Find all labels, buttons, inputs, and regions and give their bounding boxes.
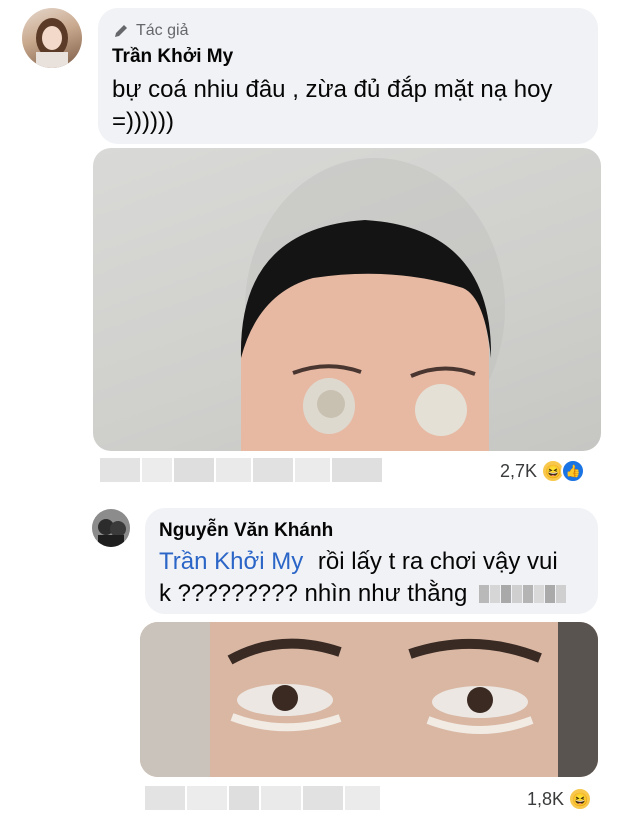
comment-bubble: Tác giả Trần Khởi My bự coá nhiu đâu , z… bbox=[98, 8, 598, 144]
comment-text-line: k ????????? nhìn như thằng bbox=[159, 580, 468, 607]
haha-icon: 😆 bbox=[568, 787, 593, 811]
attached-photo[interactable] bbox=[140, 622, 598, 777]
pencil-icon bbox=[112, 22, 130, 40]
comment-text-line: rồi lấy t ra chơi vậy vui bbox=[317, 548, 558, 575]
comment-bubble: Nguyễn Văn Khánh Trần Khởi My rồi lấy t … bbox=[145, 508, 598, 614]
comment-text: bự coá nhiu đâu , zừa đủ đắp mặt nạ hoy … bbox=[112, 74, 552, 138]
comment-author-name[interactable]: Nguyễn Văn Khánh bbox=[159, 520, 566, 542]
mention-link[interactable]: Trần Khởi My bbox=[159, 548, 303, 575]
comment-text-line: =)))))) bbox=[112, 108, 174, 135]
pixelated-action-links bbox=[100, 458, 382, 482]
reaction-count: 1,8K bbox=[527, 788, 565, 809]
reaction-summary[interactable]: 2,7K 😆 👍 bbox=[500, 459, 586, 483]
pixelated-action-links bbox=[145, 786, 380, 810]
attached-photo[interactable] bbox=[93, 148, 601, 451]
author-avatar[interactable] bbox=[22, 8, 82, 68]
like-icon: 👍 bbox=[561, 459, 586, 483]
reaction-count: 2,7K bbox=[500, 460, 538, 481]
author-badge: Tác giả bbox=[136, 22, 189, 39]
comment-text: Trần Khởi My rồi lấy t ra chơi vậy vui k… bbox=[159, 546, 567, 610]
comment-text-line: bự coá nhiu đâu , zừa đủ đắp mặt nạ hoy bbox=[112, 76, 553, 103]
censored-word bbox=[479, 585, 567, 603]
comment-author-name[interactable]: Trần Khởi My bbox=[112, 46, 552, 68]
author-avatar[interactable] bbox=[92, 509, 130, 547]
reaction-summary[interactable]: 1,8K 😆 bbox=[527, 787, 593, 811]
